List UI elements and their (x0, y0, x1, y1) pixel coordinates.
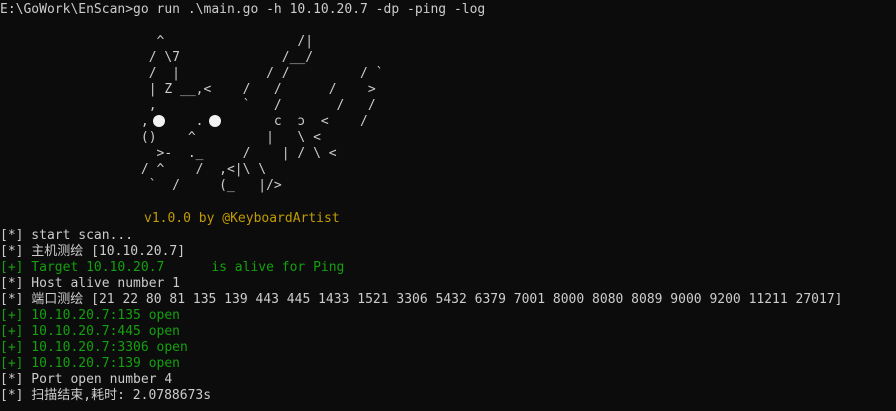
ascii-art: ^ /| / \7 /__/ / | / / / ` | Z __,< / / … (0, 34, 384, 226)
output-line: [*] Port open number 4 (0, 372, 173, 387)
ascii-art-line: / | / / / ` (0, 66, 384, 81)
left-eye-icon (153, 115, 165, 127)
output-line: [*] Host alive number 1 (0, 276, 181, 291)
output-line: [*] 主机测绘 [10.10.20.7] (0, 244, 186, 259)
output-line: [+] 10.10.20.7:3306 open (0, 340, 188, 355)
output-line: [+] Target 10.10.20.7 is alive for Ping (0, 260, 345, 275)
ascii-art-line: , . c ɔ < / (0, 114, 368, 129)
ascii-art-line: ^ /| (0, 34, 314, 49)
output-line: [*] 扫描结束,耗时: 2.0788673s (0, 388, 212, 403)
terminal-window[interactable]: E:\GoWork\EnScan>go run .\main.go -h 10.… (0, 0, 896, 411)
ascii-art-line: / \7 /__/ (0, 50, 314, 65)
scan-output: [*] start scan... [*] 主机测绘 [10.10.20.7] … (0, 176, 896, 403)
ascii-art-line: / ^ / ,<|\ \ (0, 162, 267, 177)
output-line: [*] 端口测绘 [21 22 80 81 135 139 443 445 14… (0, 292, 843, 307)
version-banner: v1.0.0 by @KeyboardArtist (144, 211, 340, 226)
command-line: E:\GoWork\EnScan>go run .\main.go -h 10.… (0, 2, 486, 17)
ascii-art-line: () ^ | \ < (0, 130, 321, 145)
output-line: [+] 10.10.20.7:445 open (0, 324, 181, 339)
output-line: [+] 10.10.20.7:139 open (0, 356, 181, 371)
output-line: [+] 10.10.20.7:135 open (0, 308, 181, 323)
ascii-art-line: ` / (_ |/> (0, 178, 282, 193)
ascii-art-line: | Z __,< / / / > (0, 82, 376, 97)
right-eye-icon (209, 115, 221, 127)
output-line: [*] start scan... (0, 228, 134, 243)
ascii-art-line: , ` / / / (0, 98, 376, 113)
ascii-art-line: >- ._ / | / \ < (0, 146, 337, 161)
